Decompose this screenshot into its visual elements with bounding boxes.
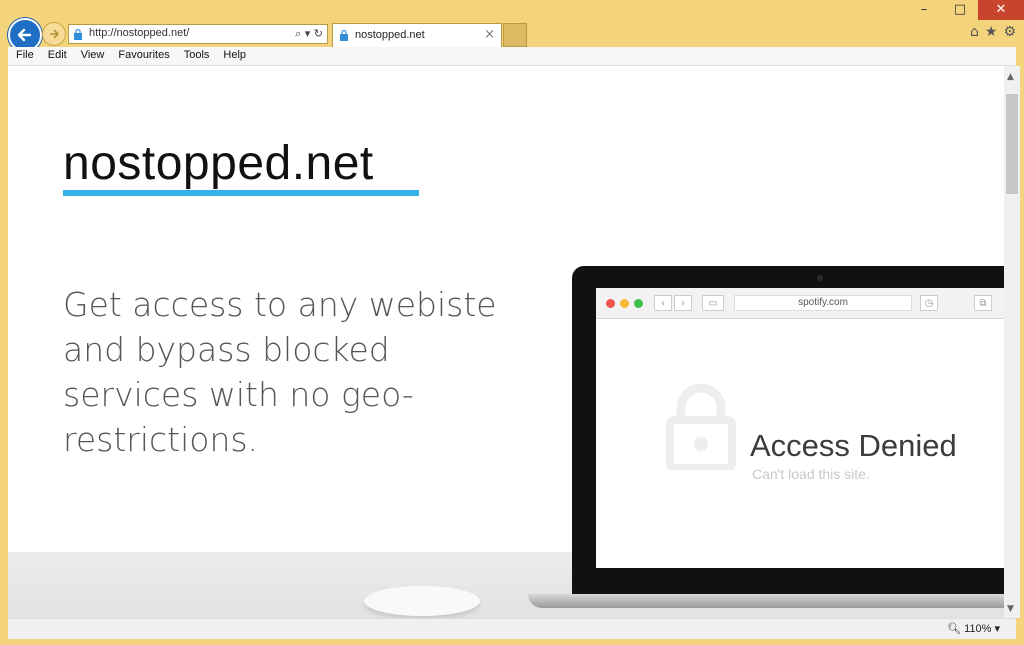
home-icon[interactable]: ⌂: [970, 24, 979, 40]
headline-line: and bypass blocked: [63, 330, 390, 369]
window-controls: – □ ✕: [906, 0, 1024, 20]
title-underline: [63, 190, 419, 196]
headline: Get access to any webiste and bypass blo…: [63, 282, 503, 462]
mock-url-bar: spotify.com: [734, 295, 912, 311]
laptop-camera: [817, 275, 823, 281]
arrow-left-icon: [17, 28, 32, 42]
scroll-up-icon[interactable]: ▲: [1007, 72, 1014, 82]
access-denied-heading: Access Denied: [750, 428, 957, 463]
maximize-button[interactable]: □: [942, 0, 978, 20]
laptop-illustration: ‹ › ▭ spotify.com ◷ ⧉ Access Denied Can'…: [572, 266, 1004, 596]
menu-tools[interactable]: Tools: [176, 47, 216, 61]
mock-back-icon: ‹: [654, 295, 672, 311]
mouse-illustration: [364, 586, 480, 616]
mock-forward-icon: ›: [674, 295, 692, 311]
tab-close-button[interactable]: ×: [484, 27, 495, 42]
mock-tabs-icon: ⧉: [974, 295, 992, 311]
padlock-icon: [666, 384, 736, 470]
menu-file[interactable]: File: [8, 47, 40, 61]
mock-browser-toolbar: ‹ › ▭ spotify.com ◷ ⧉: [596, 288, 1004, 319]
close-window-button[interactable]: ✕: [978, 0, 1024, 20]
vertical-scrollbar[interactable]: ▲ ▼: [1004, 66, 1020, 618]
mock-close-dot: [606, 299, 615, 308]
zoom-value: 110%: [964, 623, 992, 635]
menu-bar: File Edit View Favourites Tools Help: [8, 47, 1016, 66]
headline-line: Get access to any webiste: [63, 285, 497, 324]
forward-button[interactable]: [42, 22, 66, 46]
minimize-button[interactable]: –: [906, 0, 942, 20]
headline-line: restrictions.: [63, 420, 259, 459]
scroll-down-icon[interactable]: ▼: [1007, 604, 1014, 614]
laptop-screen: ‹ › ▭ spotify.com ◷ ⧉ Access Denied Can'…: [596, 288, 1004, 568]
menu-view[interactable]: View: [73, 47, 111, 61]
menu-edit[interactable]: Edit: [40, 47, 73, 61]
mock-maximize-dot: [634, 299, 643, 308]
address-url: http://nostopped.net/: [89, 27, 190, 39]
star-icon[interactable]: ★: [985, 24, 998, 40]
tab-title: nostopped.net: [355, 29, 425, 41]
menu-favourites[interactable]: Favourites: [110, 47, 175, 61]
browser-window: http://nostopped.net/ ⌕ ▾ ↻ nostopped.ne…: [0, 0, 1024, 645]
status-bar: 🔍︎ 110% ▾: [8, 618, 1016, 639]
mock-history-icon: ◷: [920, 295, 938, 311]
page-viewport: nostopped.net Get access to any webiste …: [8, 66, 1004, 618]
tab-nostopped[interactable]: nostopped.net ×: [332, 23, 502, 47]
scrollbar-thumb[interactable]: [1006, 94, 1018, 194]
mock-sidebar-icon: ▭: [702, 295, 724, 311]
tab-favicon-icon: [340, 29, 348, 41]
laptop-base: [528, 594, 1004, 608]
browser-toolbar: http://nostopped.net/ ⌕ ▾ ↻ nostopped.ne…: [0, 0, 1024, 52]
zoom-level[interactable]: 🔍︎ 110% ▾: [947, 622, 1000, 635]
address-bar[interactable]: http://nostopped.net/ ⌕ ▾ ↻: [68, 24, 328, 44]
mock-minimize-dot: [620, 299, 629, 308]
menu-help[interactable]: Help: [215, 47, 252, 61]
address-actions[interactable]: ⌕ ▾ ↻: [295, 27, 323, 41]
site-title[interactable]: nostopped.net: [63, 136, 374, 191]
new-tab-button[interactable]: [503, 23, 527, 47]
page-lock-icon: [74, 28, 82, 40]
access-denied-subtext: Can't load this site.: [752, 466, 870, 482]
gear-icon[interactable]: ⚙: [1003, 24, 1016, 40]
arrow-right-icon: [50, 29, 60, 39]
zoom-icon: 🔍︎: [947, 623, 962, 635]
toolbar-icons: ⌂ ★ ⚙: [970, 24, 1016, 40]
headline-line: services with no geo-: [63, 375, 414, 414]
